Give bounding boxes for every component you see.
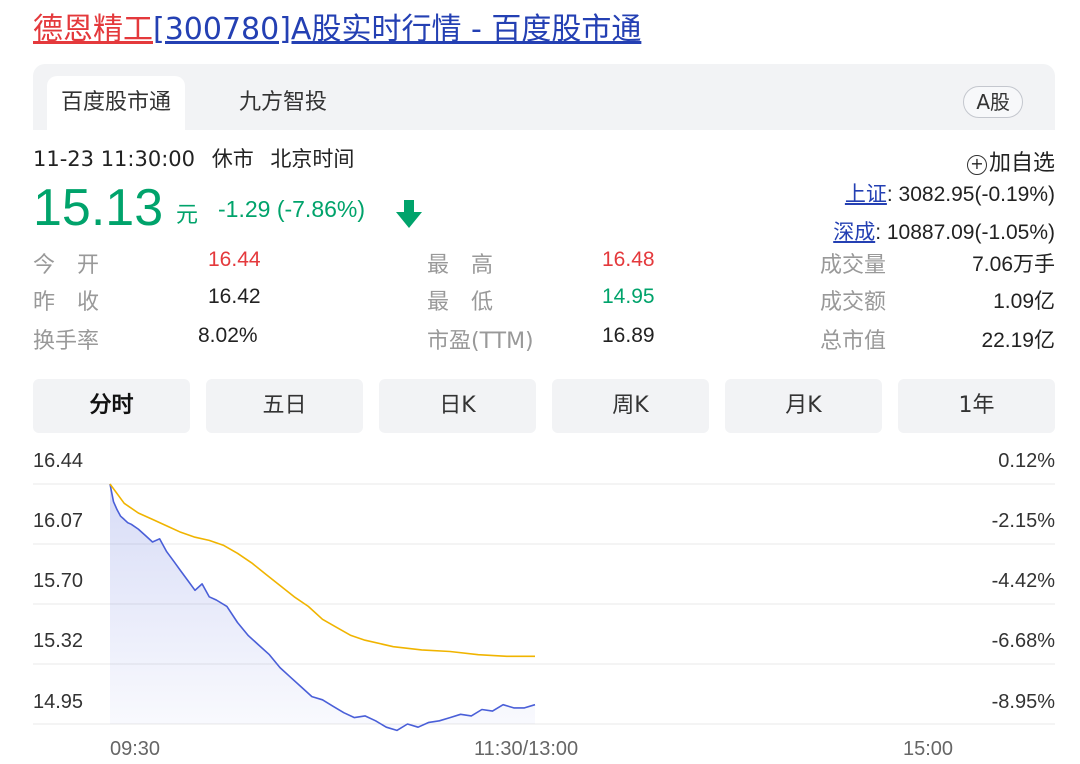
price-change: -1.29 (-7.86%) [218,196,366,222]
stat-turnover-label: 换手率 [33,329,100,354]
tab-intraday[interactable]: 分时 [33,379,190,433]
y-tick-right: 0.12% [998,450,1055,472]
plus-circle-icon: + [966,155,987,175]
stat-open-value: 16.44 [208,248,261,271]
stat-low-value: 14.95 [602,285,655,308]
stat-market-cap-label: 总市值 [820,329,887,354]
stock-code-link[interactable]: [300780]A股实时行情 - 百度股市通 [153,12,641,47]
add-watchlist-label: 加自选 [988,151,1055,176]
source-tab-bar: 百度股市通 九方智投 A股 [33,64,1055,130]
market-state: 休市 [211,147,254,171]
price-area-fill [110,484,535,731]
y-tick-right: -2.15% [991,510,1055,532]
y-tick-left: 16.44 [33,450,84,472]
x-tick-open: 09:30 [110,738,161,760]
tab-daily-k[interactable]: 日K [379,379,536,433]
y-tick-right: -8.95% [991,691,1055,713]
tab-jiufang[interactable]: 九方智投 [223,76,343,130]
stat-amount-label: 成交额 [820,290,887,315]
y-tick-right: -6.68% [991,630,1055,652]
current-price: 15.13 [33,179,164,237]
stat-high-value: 16.48 [602,248,655,271]
stat-market-cap-value: 22.19亿 [981,329,1055,352]
quote-status: 11-23 11:30:00 休市 北京时间 [33,143,364,173]
stat-turnover-value: 8.02% [198,324,258,347]
y-tick-right: -4.42% [991,570,1055,592]
stat-prev-close-label: 昨 收 [33,290,100,315]
market-badge: A股 [963,86,1023,118]
stat-open-label: 今 开 [33,253,100,278]
y-tick-left: 15.32 [33,630,84,652]
timezone-label: 北京时间 [270,147,355,171]
stat-prev-close-value: 16.42 [208,285,261,308]
index-shanghai: 上证: 3082.95(-0.19%) [845,178,1055,208]
stat-high-label: 最 高 [427,253,494,278]
index-shanghai-value: : 3082.95(-0.19%) [886,183,1055,206]
y-tick-left: 16.07 [33,510,84,532]
x-tick-close: 15:00 [903,738,954,760]
stock-name-link[interactable]: 德恩精工 [33,12,153,47]
down-arrow-icon [396,200,422,228]
index-shenzhen-value: : 10887.09(-1.05%) [875,221,1055,244]
stat-volume-label: 成交量 [820,253,887,278]
index-shenzhen: 深成: 10887.09(-1.05%) [833,216,1055,246]
index-shanghai-link[interactable]: 上证 [845,182,887,206]
tab-baidu-stock[interactable]: 百度股市通 [47,76,186,130]
stat-low-label: 最 低 [427,290,494,315]
tab-one-year[interactable]: 1年 [898,379,1055,433]
intraday-chart-svg [33,483,1055,732]
stat-volume-value: 7.06万手 [972,253,1055,276]
intraday-chart[interactable]: 16.44 16.07 15.70 15.32 14.95 0.12% -2.1… [0,440,1080,764]
stat-pe-value: 16.89 [602,324,655,347]
stat-amount-value: 1.09亿 [993,290,1055,313]
y-tick-left: 14.95 [33,691,84,713]
x-tick-midday: 11:30/13:00 [474,738,579,760]
tab-weekly-k[interactable]: 周K [552,379,709,433]
chart-range-tabs: 分时 五日 日K 周K 月K 1年 [33,379,1055,433]
add-watchlist-button[interactable]: + 加自选 [966,145,1055,177]
price-unit: 元 [176,203,199,228]
tab-five-day[interactable]: 五日 [206,379,363,433]
index-shenzhen-link[interactable]: 深成 [833,220,875,244]
tab-monthly-k[interactable]: 月K [725,379,882,433]
stat-pe-label: 市盈(TTM) [427,329,534,354]
quote-datetime: 11-23 11:30:00 [33,147,196,171]
page-title[interactable]: 德恩精工[300780]A股实时行情 - 百度股市通 [33,8,641,52]
y-tick-left: 15.70 [33,570,84,592]
